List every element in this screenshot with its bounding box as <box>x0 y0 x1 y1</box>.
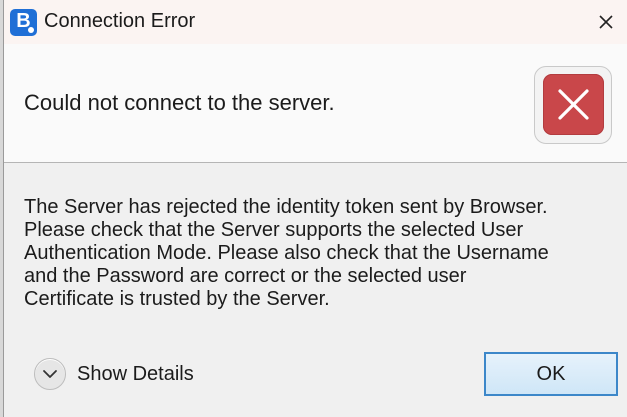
error-description: The Server has rejected the identity tok… <box>24 196 619 311</box>
window-title: Connection Error <box>44 10 196 32</box>
error-description-line: Please check that the Server supports th… <box>24 219 524 241</box>
close-button[interactable] <box>588 4 624 40</box>
error-description-line: Authentication Mode. Please also check t… <box>24 242 549 264</box>
show-details-toggle[interactable]: Show Details <box>34 356 194 392</box>
error-description-line: The Server has rejected the identity tok… <box>24 196 548 218</box>
header-divider <box>4 162 627 163</box>
close-icon <box>599 15 613 29</box>
connection-error-dialog: B Connection Error Could not connect to … <box>3 0 627 417</box>
error-description-line: Certificate is trusted by the Server. <box>24 288 330 310</box>
ok-button[interactable]: OK <box>484 352 618 396</box>
app-logo-icon: B <box>10 9 37 36</box>
header-panel: Could not connect to the server. <box>4 44 627 162</box>
error-description-line: and the Password are correct or the sele… <box>24 265 467 287</box>
chevron-down-icon[interactable] <box>34 358 66 390</box>
app-icon-dot <box>28 27 34 33</box>
show-details-label[interactable]: Show Details <box>77 363 194 386</box>
error-x-icon <box>543 74 604 135</box>
title-bar: B Connection Error <box>4 0 627 44</box>
error-icon-frame <box>534 66 612 144</box>
header-message: Could not connect to the server. <box>24 90 335 115</box>
